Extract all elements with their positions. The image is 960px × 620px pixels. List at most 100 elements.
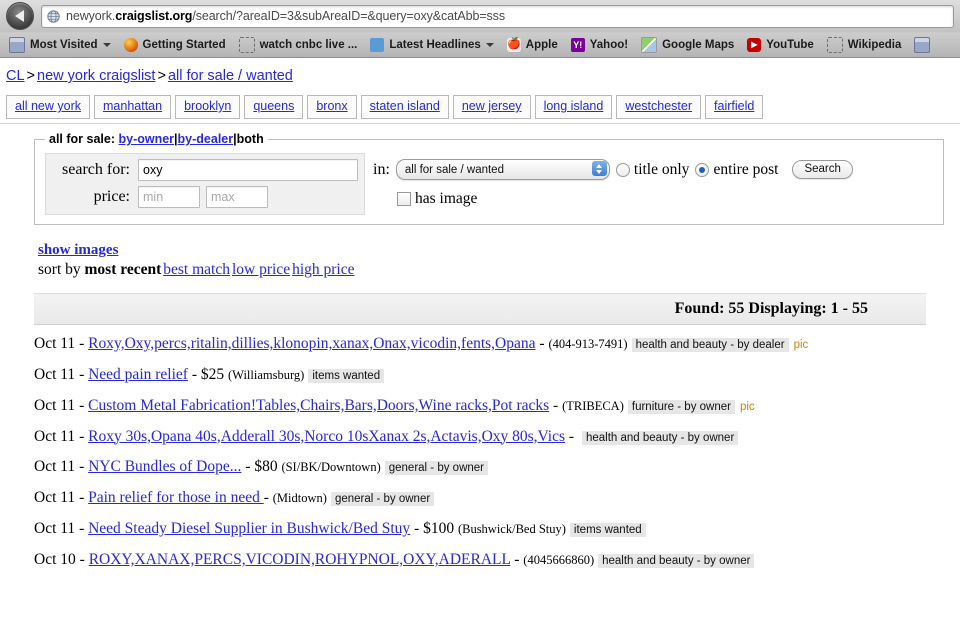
result-title-link[interactable]: Roxy 30s,Opana 40s,Adderall 30s,Norco 10… — [88, 428, 565, 445]
url-input[interactable]: newyork.craigslist.org/search/?areaID=3&… — [41, 5, 954, 28]
result-row: Oct 10 - ROXY,XANAX,PERCS,VICODIN,ROHYPN… — [34, 551, 960, 569]
sort-option-low-price[interactable]: low price — [232, 261, 290, 278]
result-row: Oct 11 - Need pain relief - $25 (William… — [34, 366, 960, 384]
filter-by-owner-link[interactable]: by-owner — [118, 132, 174, 146]
results-list: Oct 11 - Roxy,Oxy,percs,ritalin,dillies,… — [0, 325, 960, 569]
back-button[interactable] — [6, 2, 34, 30]
has-image-option[interactable]: has image — [397, 190, 853, 208]
bookmark-item-watch-cnbc-live[interactable]: watch cnbc live ... — [235, 36, 364, 54]
filter-both-label: both — [237, 132, 264, 146]
legend-prefix: all for sale: — [49, 132, 115, 146]
search-panel-legend: all for sale: by-owner|by-dealer|both — [45, 132, 268, 146]
result-location: (TRIBECA) — [562, 399, 624, 413]
search-for-label: search for: — [52, 161, 138, 179]
sort-current: most recent — [85, 261, 162, 278]
breadcrumb-link-category[interactable]: all for sale / wanted — [168, 68, 293, 84]
browser-chrome: newyork.craigslist.org/search/?areaID=3&… — [0, 0, 960, 58]
result-row: Oct 11 - Need Steady Diesel Supplier in … — [34, 520, 960, 538]
bookmarks-toolbar: Most Visited Getting Startedwatch cnbc li… — [0, 32, 960, 57]
result-pic-tag: pic — [794, 339, 809, 351]
bookmark-label: Yahoo! — [590, 39, 628, 51]
filter-by-dealer-link[interactable]: by-dealer — [178, 132, 234, 146]
result-date: Oct 11 — [34, 397, 75, 414]
result-location: (Williamsburg) — [228, 368, 304, 382]
result-location: (4045666860) — [523, 553, 594, 567]
search-input[interactable] — [138, 159, 358, 181]
bookmark-item-wikipedia[interactable]: Wikipedia — [823, 36, 908, 54]
title-only-option[interactable]: title only — [616, 161, 690, 179]
firefox-icon — [124, 38, 138, 52]
result-date: Oct 11 — [34, 489, 75, 506]
category-select-value: all for sale / wanted — [405, 164, 504, 176]
area-tabs: all new yorkmanhattanbrooklynqueensbronx… — [0, 92, 960, 124]
result-title-link[interactable]: ROXY,XANAX,PERCS,VICODIN,ROHYPNOL,OXY,AD… — [89, 551, 511, 568]
bookmark-item-getting-started[interactable]: Getting Started — [120, 37, 232, 53]
title-only-radio[interactable] — [616, 163, 630, 177]
result-row: Oct 11 - Roxy,Oxy,percs,ritalin,dillies,… — [34, 335, 960, 353]
chevron-down-icon — [486, 43, 494, 47]
entire-post-radio[interactable] — [695, 163, 709, 177]
bookmark-item-apple[interactable]: 🍎Apple — [503, 37, 564, 53]
area-tab-all-new-york[interactable]: all new york — [6, 95, 90, 119]
result-location: (Midtown) — [273, 491, 327, 505]
result-title-link[interactable]: Need Steady Diesel Supplier in Bushwick/… — [88, 520, 410, 537]
area-tab-bronx[interactable]: bronx — [307, 95, 356, 119]
area-tab-fairfield[interactable]: fairfield — [705, 95, 763, 119]
price-min-input[interactable] — [138, 186, 200, 208]
result-title-link[interactable]: Custom Metal Fabrication!Tables,Chairs,B… — [88, 397, 549, 414]
search-form: search for: price: in: all for sale / wa… — [45, 153, 933, 215]
price-max-input[interactable] — [206, 186, 268, 208]
area-tab-westchester[interactable]: westchester — [616, 95, 701, 119]
result-title-link[interactable]: Need pain relief — [88, 366, 188, 383]
area-tab-manhattan[interactable]: manhattan — [94, 95, 171, 119]
area-tab-queens[interactable]: queens — [244, 95, 303, 119]
area-tab-staten-island[interactable]: staten island — [361, 95, 449, 119]
google-maps-icon — [641, 37, 657, 53]
bookmark-item-folder[interactable] — [910, 36, 941, 54]
area-tab-new-jersey[interactable]: new jersey — [453, 95, 531, 119]
yahoo-icon: Y! — [571, 38, 585, 52]
bookmark-item-youtube[interactable]: ▶YouTube — [743, 37, 819, 53]
search-panel: all for sale: by-owner|by-dealer|both se… — [0, 124, 960, 225]
result-date: Oct 10 — [34, 551, 76, 568]
result-category: health and beauty - by dealer — [632, 338, 789, 352]
result-title-link[interactable]: NYC Bundles of Dope... — [88, 458, 241, 475]
area-tab-brooklyn[interactable]: brooklyn — [175, 95, 240, 119]
page-content: CL>new york craigslist>all for sale / wa… — [0, 58, 960, 569]
has-image-checkbox[interactable] — [397, 192, 411, 206]
result-row: Oct 11 - Roxy 30s,Opana 40s,Adderall 30s… — [34, 428, 960, 446]
result-row: Oct 11 - Custom Metal Fabrication!Tables… — [34, 397, 960, 415]
result-title-link[interactable]: Pain relief for those in need — [88, 489, 264, 506]
chevron-down-icon — [103, 43, 111, 47]
bookmark-item-most-visited[interactable]: Most Visited — [5, 36, 117, 54]
bookmark-label: Most Visited — [30, 39, 98, 51]
entire-post-option[interactable]: entire post — [695, 161, 778, 179]
bookmark-item-google-maps[interactable]: Google Maps — [637, 36, 740, 54]
result-title-link[interactable]: Roxy,Oxy,percs,ritalin,dillies,klonopin,… — [88, 335, 535, 352]
area-tab-long-island[interactable]: long island — [535, 95, 613, 119]
globe-icon — [47, 10, 60, 23]
result-row: Oct 11 - Pain relief for those in need -… — [34, 489, 960, 507]
price-row: price: — [52, 186, 358, 208]
sort-option-high-price[interactable]: high price — [292, 261, 354, 278]
search-for-row: search for: — [52, 159, 358, 181]
title-only-label: title only — [634, 161, 690, 179]
bookmark-item-latest-headlines[interactable]: Latest Headlines — [366, 37, 499, 53]
chevron-updown-icon — [592, 161, 607, 176]
in-label: in: — [373, 161, 390, 179]
bookmark-label: Wikipedia — [848, 39, 902, 51]
breadcrumb-link-cl[interactable]: CL — [6, 68, 25, 84]
show-images-link[interactable]: show images — [38, 242, 118, 258]
search-button[interactable]: Search — [792, 160, 852, 179]
result-category: health and beauty - by owner — [598, 554, 754, 568]
breadcrumb: CL>new york craigslist>all for sale / wa… — [0, 58, 960, 92]
result-date: Oct 11 — [34, 366, 75, 383]
category-select[interactable]: all for sale / wanted — [396, 159, 610, 180]
result-date: Oct 11 — [34, 335, 75, 352]
result-date: Oct 11 — [34, 458, 75, 475]
bookmark-item-yahoo[interactable]: Y! Yahoo! — [567, 37, 634, 53]
breadcrumb-link-site[interactable]: new york craigslist — [37, 68, 155, 84]
category-row: in: all for sale / wanted title only — [373, 159, 853, 180]
result-category: furniture - by owner — [628, 400, 735, 414]
sort-option-best-match[interactable]: best match — [163, 261, 230, 278]
